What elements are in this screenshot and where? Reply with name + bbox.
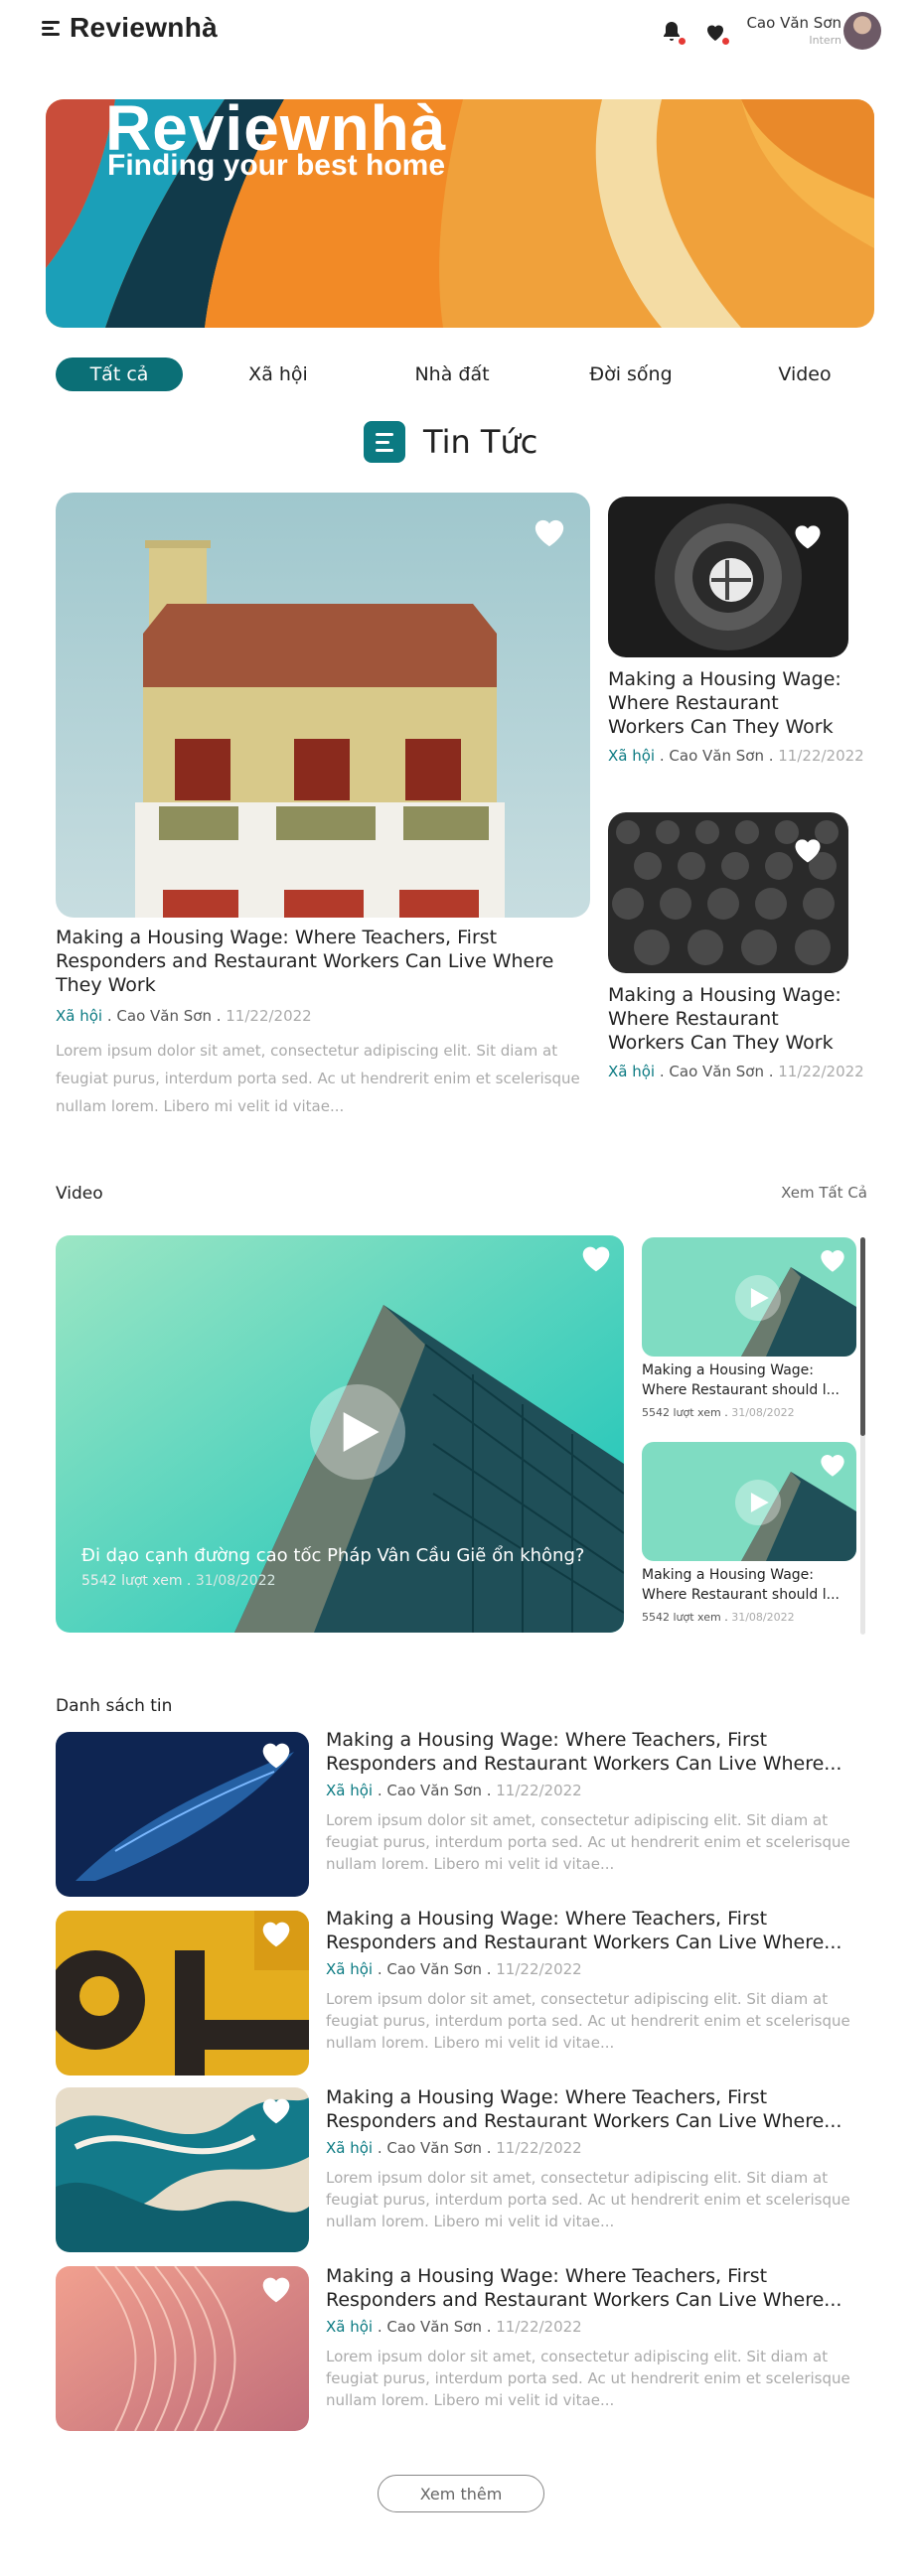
tab-video[interactable]: Video [765,358,844,391]
side-news-title[interactable]: Making a Housing Wage: Where Restaurant … [608,983,856,1055]
featured-news-excerpt: Lorem ipsum dolor sit amet, consectetur … [56,1042,580,1115]
list-item-meta: Xã hội . Cao Văn Sơn . 11/22/2022 [326,1960,582,1978]
author: Cao Văn Sơn [116,1007,212,1025]
date: 11/22/2022 [496,2139,582,2157]
user-role: Intern [809,34,841,47]
see-all-link[interactable]: Xem Tất Cả [781,1184,867,1202]
date: 31/08/2022 [195,1573,276,1589]
side-news-title[interactable]: Making a Housing Wage: Where Restaurant … [608,667,856,739]
list-item-meta: Xã hội . Cao Văn Sơn . 11/22/2022 [326,2139,582,2157]
favorites-heart-icon[interactable] [703,20,730,46]
news-icon [364,421,405,463]
favorite-heart-icon[interactable] [793,522,827,554]
date: 11/22/2022 [496,1782,582,1799]
load-more-button[interactable]: Xem thêm [378,2475,544,2512]
date: 11/22/2022 [226,1007,312,1025]
author: Cao Văn Sơn [386,1782,482,1799]
list-item-title[interactable]: Making a Housing Wage: Where Teachers, F… [326,1728,852,1776]
category-link[interactable]: Xã hội [608,1063,655,1080]
side-video-title[interactable]: Making a Housing Wage: Where Restaurant … [642,1360,856,1400]
favorite-heart-icon[interactable] [533,516,566,548]
main-video-title[interactable]: Đi dạo cạnh đường cao tốc Pháp Vân Cầu G… [81,1545,584,1566]
user-name[interactable]: Cao Văn Sơn [746,14,841,32]
section-title-news-list: Danh sách tin [56,1696,173,1716]
list-item-title[interactable]: Making a Housing Wage: Where Teachers, F… [326,2085,852,2133]
side-video-meta: 5542 lượt xem . 31/08/2022 [642,1406,795,1419]
favorite-heart-icon[interactable] [819,1452,852,1484]
author: Cao Văn Sơn [386,2139,482,2157]
date: 11/22/2022 [496,1960,582,1978]
author: Cao Văn Sơn [386,2318,482,2336]
tab-life[interactable]: Đời sống [576,358,686,391]
favorite-heart-icon[interactable] [819,1247,852,1279]
views: 5542 lượt xem [81,1573,183,1589]
play-button[interactable] [735,1275,781,1321]
favorite-heart-icon[interactable] [260,2095,294,2127]
favorite-heart-icon[interactable] [260,2274,294,2306]
list-item-excerpt: Lorem ipsum dolor sit amet, consectetur … [326,2169,850,2230]
main-video-meta: 5542 lượt xem . 31/08/2022 [81,1573,276,1589]
tab-society[interactable]: Xã hội [229,358,328,391]
banner-subtitle: Finding your best home [107,149,446,182]
favorite-heart-icon[interactable] [580,1243,614,1275]
list-item-excerpt: Lorem ipsum dolor sit amet, consectetur … [326,1811,850,1873]
list-item-meta: Xã hội . Cao Văn Sơn . 11/22/2022 [326,2318,582,2336]
menu-icon[interactable] [42,19,64,37]
logo[interactable]: Reviewnhà [42,10,218,46]
play-button[interactable] [310,1384,405,1480]
category-link[interactable]: Xã hội [326,1960,373,1978]
category-link[interactable]: Xã hội [608,747,655,765]
views: 5542 lượt xem [642,1611,721,1624]
category-link[interactable]: Xã hội [56,1007,102,1025]
side-news-meta: Xã hội . Cao Văn Sơn . 11/22/2022 [608,1063,864,1080]
scrollbar-thumb[interactable] [860,1237,865,1436]
date: 11/22/2022 [778,747,864,765]
side-video-meta: 5542 lượt xem . 31/08/2022 [642,1611,795,1624]
category-link[interactable]: Xã hội [326,1782,373,1799]
list-item-title[interactable]: Making a Housing Wage: Where Teachers, F… [326,2264,852,2312]
date: 31/08/2022 [731,1406,795,1419]
favorite-heart-icon[interactable] [260,1919,294,1950]
scrollbar-track[interactable] [860,1237,865,1635]
notification-bell-icon[interactable] [660,20,687,46]
section-title-news: Tin Tức [423,423,538,461]
logo-text: Reviewnhà [70,12,218,43]
author: Cao Văn Sơn [669,747,764,765]
tab-all[interactable]: Tất cả [56,358,183,391]
date: 31/08/2022 [731,1611,795,1624]
date: 11/22/2022 [778,1063,864,1080]
category-link[interactable]: Xã hội [326,2139,373,2157]
author: Cao Văn Sơn [669,1063,764,1080]
featured-news-title[interactable]: Making a Housing Wage: Where Teachers, F… [56,926,592,997]
tab-real-estate[interactable]: Nhà đất [397,358,507,391]
play-button[interactable] [735,1480,781,1525]
side-news-meta: Xã hội . Cao Văn Sơn . 11/22/2022 [608,747,864,765]
favorite-heart-icon[interactable] [260,1740,294,1772]
author: Cao Văn Sơn [386,1960,482,1978]
side-video-title[interactable]: Making a Housing Wage: Where Restaurant … [642,1565,856,1605]
category-link[interactable]: Xã hội [326,2318,373,2336]
list-item-meta: Xã hội . Cao Văn Sơn . 11/22/2022 [326,1782,582,1799]
favorite-heart-icon[interactable] [793,836,827,868]
section-title-video: Video [56,1184,103,1204]
list-item-excerpt: Lorem ipsum dolor sit amet, consectetur … [326,1990,850,2052]
views: 5542 lượt xem [642,1406,721,1419]
featured-news-image[interactable] [56,493,590,918]
list-item-excerpt: Lorem ipsum dolor sit amet, consectetur … [326,2348,850,2409]
featured-news-meta: Xã hội . Cao Văn Sơn . 11/22/2022 [56,1007,312,1025]
date: 11/22/2022 [496,2318,582,2336]
list-item-title[interactable]: Making a Housing Wage: Where Teachers, F… [326,1907,852,1954]
side-news-image[interactable] [608,497,848,657]
avatar[interactable] [843,12,881,50]
